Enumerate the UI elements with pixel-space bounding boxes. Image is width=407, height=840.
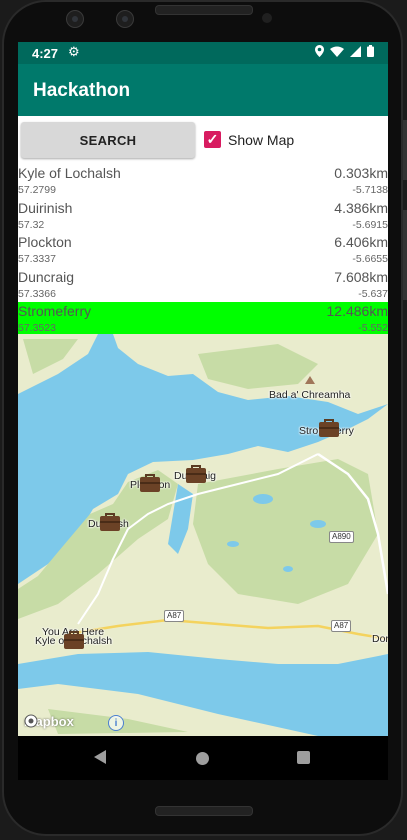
briefcase-marker-icon[interactable]: [139, 473, 161, 493]
location-latitude: 57.3366: [18, 287, 56, 300]
search-button[interactable]: SEARCH: [21, 122, 195, 158]
recent-apps-icon[interactable]: [297, 751, 310, 764]
location-latitude: 57.32: [18, 218, 45, 231]
briefcase-marker-icon[interactable]: [99, 512, 121, 532]
place-label-bad-a-chreamha: Bad a' Chreamha: [269, 389, 351, 401]
list-item[interactable]: Plockton 6.406km 57.3337 -5.6655: [18, 233, 388, 268]
location-distance: 0.303km: [334, 165, 388, 181]
briefcase-marker-icon[interactable]: [318, 418, 340, 438]
battery-icon: [367, 45, 374, 57]
attribution-info-icon[interactable]: i: [108, 715, 124, 731]
location-icon: [315, 45, 324, 57]
location-name: Stromeferry: [18, 303, 92, 319]
location-longitude: -5.7138: [352, 184, 388, 196]
mapbox-logo[interactable]: mapbox: [24, 714, 74, 729]
mapbox-mark-icon: [24, 714, 38, 728]
location-name: Duirinish: [18, 199, 73, 216]
road-badge-a890: A890: [329, 531, 354, 543]
location-name: Kyle of Lochalsh: [18, 165, 121, 181]
location-list: Kyle of Lochalsh 0.303km 57.2799 -5.7138…: [18, 164, 388, 337]
front-camera-right: [116, 10, 134, 28]
location-latitude: 57.3523: [18, 322, 56, 334]
status-bar: 4:27 ⚙: [18, 42, 388, 64]
location-latitude: 57.2799: [18, 184, 56, 196]
list-item[interactable]: Kyle of Lochalsh 0.303km 57.2799 -5.7138: [18, 164, 388, 199]
location-longitude: -5.552: [358, 322, 388, 334]
proximity-sensor: [262, 13, 272, 23]
briefcase-marker-icon[interactable]: [63, 630, 85, 650]
settings-icon: ⚙: [68, 44, 80, 59]
road-badge-a87: A87: [164, 610, 185, 622]
back-icon[interactable]: [94, 750, 106, 764]
location-name: Plockton: [18, 234, 72, 250]
volume-button: [403, 210, 407, 300]
bottom-speaker: [155, 806, 253, 816]
location-distance: 7.608km: [334, 268, 388, 285]
device-frame: 4:27 ⚙ Hackathon SEARCH ✓ Show Map Kyle …: [0, 0, 407, 840]
checkmark-icon: ✓: [206, 131, 219, 147]
location-longitude: -5.6655: [352, 253, 388, 265]
top-speaker: [155, 5, 253, 15]
location-latitude: 57.3337: [18, 253, 56, 265]
show-map-checkbox[interactable]: ✓: [204, 131, 221, 148]
app-title: Hackathon: [33, 80, 131, 101]
location-distance: 6.406km: [334, 234, 388, 250]
search-controls: SEARCH ✓ Show Map: [18, 116, 388, 164]
front-camera-left: [66, 10, 84, 28]
list-item-selected[interactable]: Stromeferry 12.486km 57.3523 -5.552: [18, 302, 388, 337]
app-bar: Hackathon: [18, 64, 388, 116]
home-icon[interactable]: [196, 752, 209, 765]
location-distance: 12.486km: [326, 303, 388, 319]
show-map-label[interactable]: Show Map: [228, 132, 294, 148]
list-item[interactable]: Duncraig 7.608km 57.3366 -5.637: [18, 268, 388, 303]
location-name: Duncraig: [18, 268, 75, 285]
location-distance: 4.386km: [334, 199, 388, 216]
list-item[interactable]: Duirinish 4.386km 57.32 -5.6915: [18, 199, 388, 234]
status-icons: [315, 45, 374, 57]
location-longitude: -5.637: [358, 287, 388, 300]
briefcase-marker-icon[interactable]: [185, 464, 207, 484]
wifi-icon: [330, 46, 344, 57]
power-button: [403, 120, 407, 180]
status-time: 4:27: [32, 46, 59, 61]
screen: 4:27 ⚙ Hackathon SEARCH ✓ Show Map Kyle …: [18, 42, 388, 780]
signal-icon: [350, 45, 361, 57]
system-nav-bar: [18, 736, 388, 780]
location-longitude: -5.6915: [352, 218, 388, 231]
map-view[interactable]: Bad a' Chreamha Stromeferry Plockton Dun…: [18, 334, 388, 736]
road-badge-a87: A87: [331, 620, 352, 632]
place-label-dor: Dor: [372, 633, 388, 645]
